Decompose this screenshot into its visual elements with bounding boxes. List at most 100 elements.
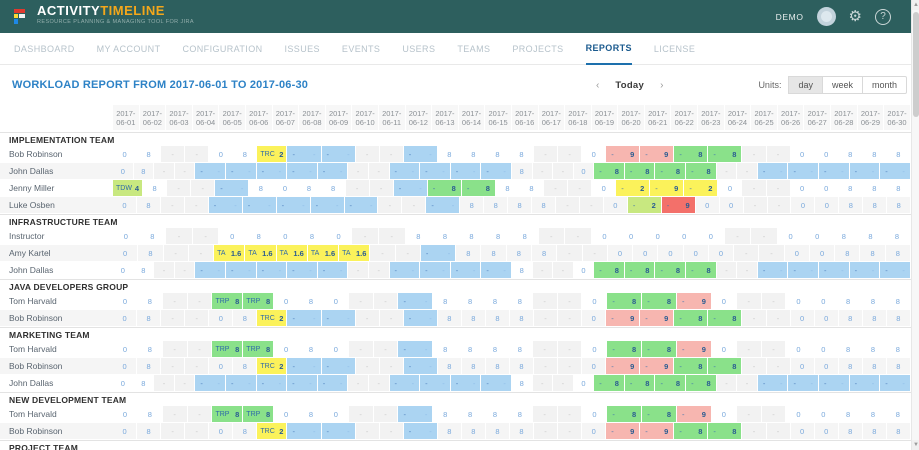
workload-cell[interactable]: 8	[137, 310, 161, 326]
workload-cell[interactable]: TA1.6	[277, 245, 308, 261]
workload-cell[interactable]: 8	[887, 358, 911, 374]
workload-cell[interactable]: -8	[607, 341, 642, 357]
workload-cell[interactable]: --	[451, 163, 482, 179]
workload-cell[interactable]: -	[717, 375, 738, 391]
workload-cell[interactable]: 0	[209, 423, 233, 439]
workload-cell[interactable]: -	[188, 293, 213, 309]
workload-cell[interactable]: 0	[113, 197, 137, 213]
workload-cell[interactable]: --	[404, 358, 438, 374]
workload-cell[interactable]: -	[161, 197, 185, 213]
workload-cell[interactable]: -	[374, 293, 399, 309]
workload-cell[interactable]: -	[154, 262, 175, 278]
workload-cell[interactable]: 0	[113, 341, 138, 357]
workload-cell[interactable]: 0	[274, 406, 299, 422]
workload-cell[interactable]: -	[568, 180, 592, 196]
workload-cell[interactable]: -	[558, 358, 582, 374]
workload-cell[interactable]: -	[402, 197, 426, 213]
workload-cell[interactable]: --	[311, 197, 345, 213]
workload-cell[interactable]: -	[352, 228, 379, 244]
workload-cell[interactable]: -	[166, 228, 193, 244]
workload-cell[interactable]: --	[345, 197, 379, 213]
workload-cell[interactable]: --	[788, 163, 819, 179]
workload-cell[interactable]: 8	[138, 293, 163, 309]
workload-cell[interactable]: 8	[458, 406, 483, 422]
workload-cell[interactable]: -	[553, 163, 574, 179]
workload-cell[interactable]: 8	[483, 293, 508, 309]
workload-cell[interactable]: -	[742, 423, 766, 439]
workload-cell[interactable]: 8	[486, 310, 510, 326]
workload-cell[interactable]: -	[533, 375, 554, 391]
workload-cell[interactable]: -	[161, 358, 185, 374]
workload-cell[interactable]: 8	[839, 180, 863, 196]
workload-cell[interactable]: 0	[815, 180, 839, 196]
workload-cell[interactable]: 0	[633, 245, 658, 261]
workload-cell[interactable]: -	[767, 310, 791, 326]
workload-cell[interactable]: -	[767, 423, 791, 439]
workload-cell[interactable]: -	[737, 341, 762, 357]
member-name[interactable]: Tom Harvald	[0, 406, 113, 422]
workload-cell[interactable]: -	[544, 180, 568, 196]
workload-cell[interactable]: --	[880, 163, 911, 179]
workload-cell[interactable]: 0	[786, 293, 811, 309]
workload-cell[interactable]: TRP8	[212, 293, 243, 309]
workload-cell[interactable]: 0	[273, 180, 297, 196]
workload-cell[interactable]: TRC2	[257, 146, 287, 162]
workload-cell[interactable]: -	[533, 293, 558, 309]
workload-cell[interactable]: 8	[299, 228, 326, 244]
workload-cell[interactable]: 8	[836, 341, 861, 357]
workload-cell[interactable]: 8	[884, 228, 911, 244]
workload-cell[interactable]: -8	[674, 358, 708, 374]
nav-item-issues[interactable]: ISSUES	[285, 34, 320, 64]
workload-cell[interactable]: -	[534, 146, 558, 162]
workload-cell[interactable]: 0	[712, 406, 737, 422]
workload-cell[interactable]: TDW4	[113, 180, 143, 196]
workload-cell[interactable]: -9	[606, 146, 640, 162]
workload-cell[interactable]: -	[175, 163, 196, 179]
workload-cell[interactable]: -	[742, 180, 766, 196]
workload-cell[interactable]: -8	[642, 341, 677, 357]
workload-cell[interactable]: -	[558, 423, 582, 439]
workload-cell[interactable]: 8	[460, 197, 484, 213]
workload-cell[interactable]: 0	[113, 262, 134, 278]
workload-cell[interactable]: --	[243, 197, 277, 213]
workload-cell[interactable]: -2	[616, 180, 650, 196]
workload-cell[interactable]: 8	[140, 228, 167, 244]
workload-cell[interactable]: 0	[815, 423, 839, 439]
workload-cell[interactable]: 8	[887, 146, 911, 162]
workload-cell[interactable]: --	[322, 310, 356, 326]
workload-cell[interactable]: -	[762, 293, 787, 309]
workload-cell[interactable]: 0	[718, 180, 742, 196]
member-name[interactable]: John Dallas	[0, 163, 113, 179]
workload-cell[interactable]: 8	[484, 197, 508, 213]
member-name[interactable]: Amy Kartel	[0, 245, 113, 261]
workload-cell[interactable]: -	[154, 163, 175, 179]
workload-cell[interactable]: -8	[708, 423, 742, 439]
workload-cell[interactable]: --	[322, 146, 356, 162]
workload-cell[interactable]: 8	[433, 406, 458, 422]
workload-cell[interactable]: -	[175, 262, 196, 278]
workload-cell[interactable]: -	[767, 146, 791, 162]
workload-cell[interactable]: -	[737, 163, 758, 179]
workload-cell[interactable]: 0	[698, 228, 725, 244]
workload-cell[interactable]: 0	[113, 423, 137, 439]
workload-cell[interactable]: 0	[712, 293, 737, 309]
workload-cell[interactable]: 8	[456, 245, 481, 261]
workload-cell[interactable]: -8	[708, 146, 742, 162]
workload-cell[interactable]: 0	[815, 197, 839, 213]
workload-cell[interactable]: 8	[462, 358, 486, 374]
workload-cell[interactable]: 8	[143, 180, 167, 196]
workload-cell[interactable]: --	[404, 146, 438, 162]
workload-cell[interactable]: 8	[299, 406, 324, 422]
workload-cell[interactable]: -2	[684, 180, 718, 196]
workload-cell[interactable]: 0	[815, 146, 839, 162]
workload-cell[interactable]: 0	[274, 341, 299, 357]
workload-cell[interactable]: 8	[836, 406, 861, 422]
workload-cell[interactable]: -8	[607, 293, 642, 309]
workload-cell[interactable]: 8	[861, 406, 886, 422]
workload-cell[interactable]: --	[819, 163, 850, 179]
workload-cell[interactable]: -8	[642, 293, 677, 309]
workload-cell[interactable]: 8	[233, 423, 257, 439]
workload-cell[interactable]: --	[850, 163, 881, 179]
workload-cell[interactable]: 8	[863, 423, 887, 439]
workload-cell[interactable]: 0	[791, 146, 815, 162]
